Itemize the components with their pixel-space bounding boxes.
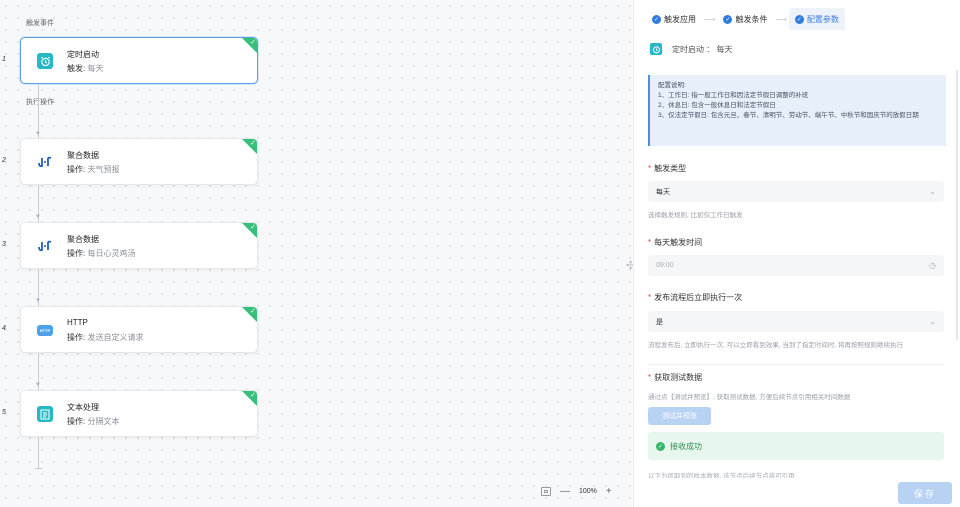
workflow-node-juhe-weather[interactable]: ✓ 聚合数据 操作: 天气预报 xyxy=(20,138,258,185)
chevron-down-icon: ⌄ xyxy=(929,317,936,326)
check-circle-icon: ✓ xyxy=(794,14,804,24)
node-sub-value: 每日心灵鸡汤 xyxy=(87,249,136,258)
chevron-down-icon: ⌄ xyxy=(929,187,936,196)
node-sub-value: 发送自定义请求 xyxy=(87,333,144,342)
check-circle-icon: ✓ xyxy=(652,14,661,24)
step-config-params[interactable]: ✓ 配置参数 xyxy=(788,8,845,30)
juhe-logo-icon xyxy=(37,154,53,170)
select-value: 是 xyxy=(656,318,663,326)
check-icon: ✓ xyxy=(250,140,256,147)
step-trigger-app[interactable]: ✓ 触发应用 xyxy=(646,8,702,30)
success-check-icon: ✓ xyxy=(656,441,665,451)
summary-text: 定时启动 ： 每天 xyxy=(672,44,733,54)
step-label: 配置参数 xyxy=(806,14,839,24)
juhe-logo-icon xyxy=(37,238,53,254)
check-circle-icon: ✓ xyxy=(723,14,733,24)
clock-icon: ◷ xyxy=(929,261,936,270)
daily-time-label: * 每天触发时间 xyxy=(648,238,703,247)
run-once-select[interactable]: 是 ⌄ xyxy=(648,311,944,332)
check-icon: ✓ xyxy=(250,224,256,231)
node-number: 2 xyxy=(2,157,6,164)
trigger-section-label: 触发事件 xyxy=(26,20,54,27)
success-text: 接收成功 xyxy=(670,441,702,451)
test-preview-button[interactable]: 测试并预览 xyxy=(648,407,711,425)
node-number: 1 xyxy=(2,56,6,63)
test-data-hint: 通过点【测试并预览】, 获取测试数据, 方便后续节点引用相关时间数据 xyxy=(648,394,851,401)
config-panel: ✓ 触发应用 ⟶ ✓ 触发条件 ⟶ ✓ 配置参数 定时启动 ： 每天 配置说明:… xyxy=(633,0,960,507)
check-icon: ✓ xyxy=(250,308,256,315)
step-tabs: ✓ 触发应用 ⟶ ✓ 触发条件 ⟶ ✓ 配置参数 xyxy=(646,8,845,30)
receive-success-banner: ✓ 接收成功 xyxy=(648,432,944,460)
step-label: 触发条件 xyxy=(735,14,768,24)
alarm-clock-icon xyxy=(37,53,53,69)
arrow-down-icon: ▼ xyxy=(35,131,41,137)
node-number: 5 xyxy=(2,409,6,416)
zoom-in-button[interactable]: + xyxy=(606,486,612,497)
workflow-node-text-process[interactable]: ✓ 文本处理 操作: 分隔文本 xyxy=(20,390,258,437)
node-sub-key: 操作: xyxy=(67,333,86,342)
select-value: 每天 xyxy=(656,188,670,196)
action-section-label: 执行操作 xyxy=(26,99,54,106)
zoom-level: 100% xyxy=(579,488,597,495)
info-line: 3、仅法定节假日: 包含元旦、春节、清明节、劳动节、端午节、中秋节和国庆节的放假… xyxy=(658,112,919,119)
test-data-label: * 获取测试数据 xyxy=(648,373,703,382)
config-instructions: 配置说明: 1、工作日: 指一般工作日和因法定节假日调整的补班 2、休息日: 包… xyxy=(648,75,946,146)
run-once-hint: 流程发布后, 立即执行一次, 可以立即看到效果, 当到了指定时间时, 将再按照规… xyxy=(648,342,903,349)
node-title: 聚合数据 xyxy=(67,235,99,244)
workflow-node-http[interactable]: ✓ HTTP HTTP 操作: 发送自定义请求 xyxy=(20,306,258,353)
run-once-label: * 发布流程后立即执行一次 xyxy=(648,293,743,302)
save-button[interactable]: 保存 xyxy=(898,482,952,504)
node-title: 定时启动 xyxy=(67,50,99,59)
arrow-right-icon: ⟶ xyxy=(704,14,716,24)
node-sub-key: 操作: xyxy=(67,249,86,258)
node-subtitle: 操作: 天气预报 xyxy=(67,164,119,175)
trigger-type-hint: 选择触发规则, 比如仅工作日触发 xyxy=(648,212,743,219)
info-line: 2、休息日: 包含一般休息日和法定节假日 xyxy=(658,102,776,109)
info-line: 1、工作日: 指一般工作日和因法定节假日调整的补班 xyxy=(658,92,809,99)
workflow-canvas[interactable]: 触发事件 1 ✓ 定时启动 触发: 每天 执行操作 ▼ 2 ✓ 聚合数据 操作:… xyxy=(0,0,635,507)
node-title: 聚合数据 xyxy=(67,151,99,160)
http-icon: HTTP xyxy=(37,325,53,336)
scrollbar[interactable] xyxy=(956,70,958,340)
node-sub-key: 操作: xyxy=(67,417,86,426)
check-icon: ✓ xyxy=(250,392,256,399)
connector-line xyxy=(38,437,39,469)
node-title: HTTP xyxy=(67,318,88,327)
check-icon: ✓ xyxy=(250,39,256,46)
node-sub-value: 分隔文本 xyxy=(87,417,120,426)
node-subtitle: 触发: 每天 xyxy=(67,63,103,74)
divider xyxy=(648,364,944,365)
sample-data-text: 以下为抓取到的样本数据, 该节点后续节点将可引用 xyxy=(648,473,795,478)
node-number: 4 xyxy=(2,325,6,332)
node-subtitle: 操作: 分隔文本 xyxy=(67,416,119,427)
workflow-node-juhe-quote[interactable]: ✓ 聚合数据 操作: 每日心灵鸡汤 xyxy=(20,222,258,269)
flow-end-marker xyxy=(35,468,42,469)
workflow-node-timer[interactable]: ✓ 定时启动 触发: 每天 xyxy=(20,37,258,84)
fit-screen-icon[interactable] xyxy=(541,487,551,496)
arrow-down-icon: ▼ xyxy=(35,382,41,388)
arrow-down-icon: ▼ xyxy=(35,214,41,220)
node-sub-value: 每天 xyxy=(87,64,104,73)
node-sub-value: 天气预报 xyxy=(87,165,120,174)
alarm-clock-icon xyxy=(650,43,662,55)
step-label: 触发应用 xyxy=(664,14,696,24)
time-value: 09:00 xyxy=(656,262,674,269)
node-subtitle: 操作: 发送自定义请求 xyxy=(67,332,143,343)
node-title: 文本处理 xyxy=(67,403,99,412)
node-sub-key: 操作: xyxy=(67,165,86,174)
step-trigger-condition[interactable]: ✓ 触发条件 xyxy=(717,8,773,30)
trigger-summary: 定时启动 ： 每天 xyxy=(650,43,732,55)
zoom-toolbar: — 100% + xyxy=(541,486,612,497)
arrow-down-icon: ▼ xyxy=(35,298,41,304)
text-document-icon xyxy=(37,406,53,422)
arrow-right-icon: ⟶ xyxy=(775,14,787,24)
zoom-out-button[interactable]: — xyxy=(560,486,570,497)
node-sub-key: 触发: xyxy=(67,64,86,73)
trigger-type-select[interactable]: 每天 ⌄ xyxy=(648,181,944,202)
node-subtitle: 操作: 每日心灵鸡汤 xyxy=(67,248,135,259)
node-number: 3 xyxy=(2,241,6,248)
info-title: 配置说明: xyxy=(658,82,686,89)
trigger-type-label: * 触发类型 xyxy=(648,164,687,173)
daily-time-picker[interactable]: 09:00 ◷ xyxy=(648,255,944,276)
